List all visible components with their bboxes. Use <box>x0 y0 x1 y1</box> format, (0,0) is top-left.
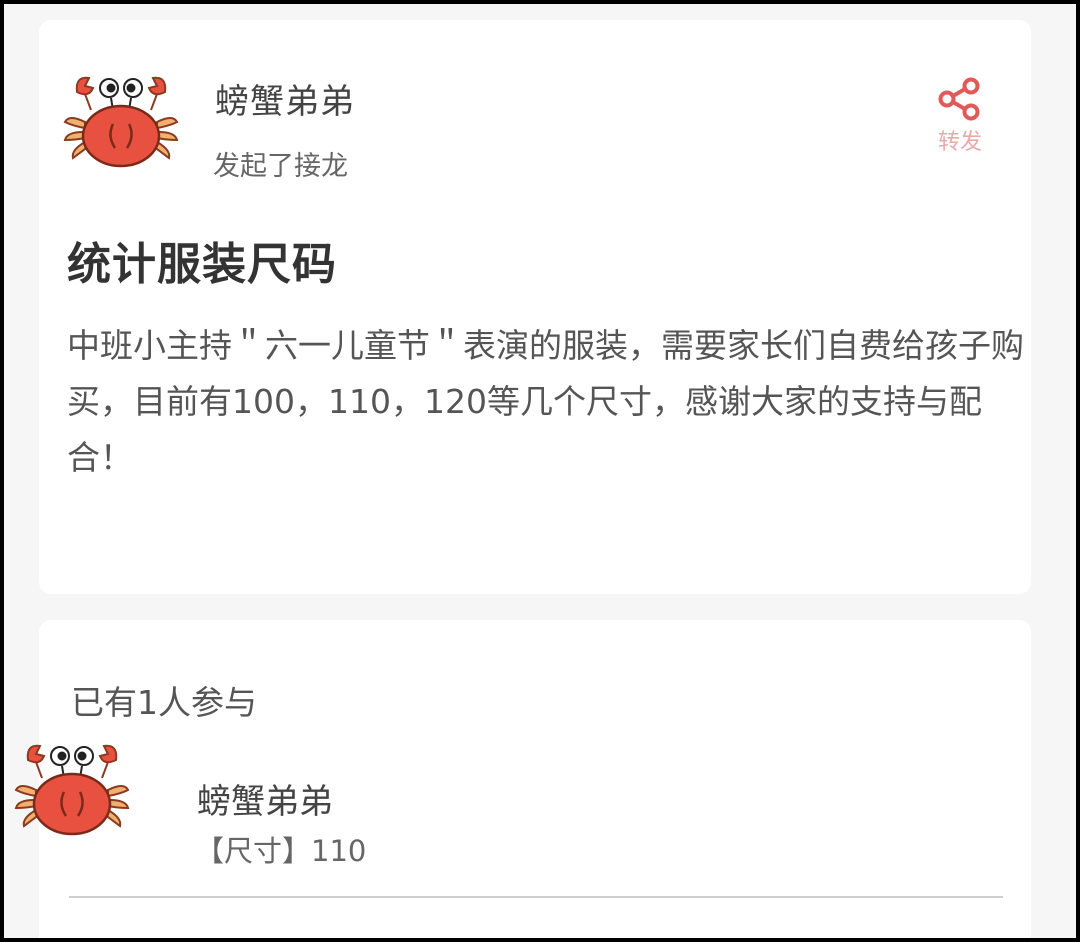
participant-detail: 【尺寸】110 <box>195 834 367 868</box>
participant-count: 已有1人参与 <box>71 683 257 722</box>
participant-name: 螃蟹弟弟 <box>197 782 333 822</box>
participants-card: 已有1人参与 螃蟹弟弟 【尺寸】110 <box>39 620 1031 938</box>
share-icon <box>938 77 980 121</box>
post-title: 统计服装尺码 <box>67 239 337 290</box>
share-label: 转发 <box>937 130 982 155</box>
app-frame: 螃蟹弟弟 发起了接龙 转发 统计服装尺码 中班小主持＂六一儿童节＂表演的服装，需… <box>4 4 1076 938</box>
share-button[interactable]: 转发 <box>925 76 995 156</box>
post-description: 中班小主持＂六一儿童节＂表演的服装，需要家长们自费给孩子购买，目前有100，11… <box>67 326 1024 477</box>
author-name: 螃蟹弟弟 <box>215 82 355 122</box>
crab-avatar-icon[interactable] <box>14 738 130 840</box>
post-card: 螃蟹弟弟 发起了接龙 转发 统计服装尺码 中班小主持＂六一儿童节＂表演的服装，需… <box>39 20 1031 594</box>
action-text: 发起了接龙 <box>213 151 348 182</box>
divider <box>69 896 1003 898</box>
crab-avatar-icon[interactable] <box>63 70 179 172</box>
